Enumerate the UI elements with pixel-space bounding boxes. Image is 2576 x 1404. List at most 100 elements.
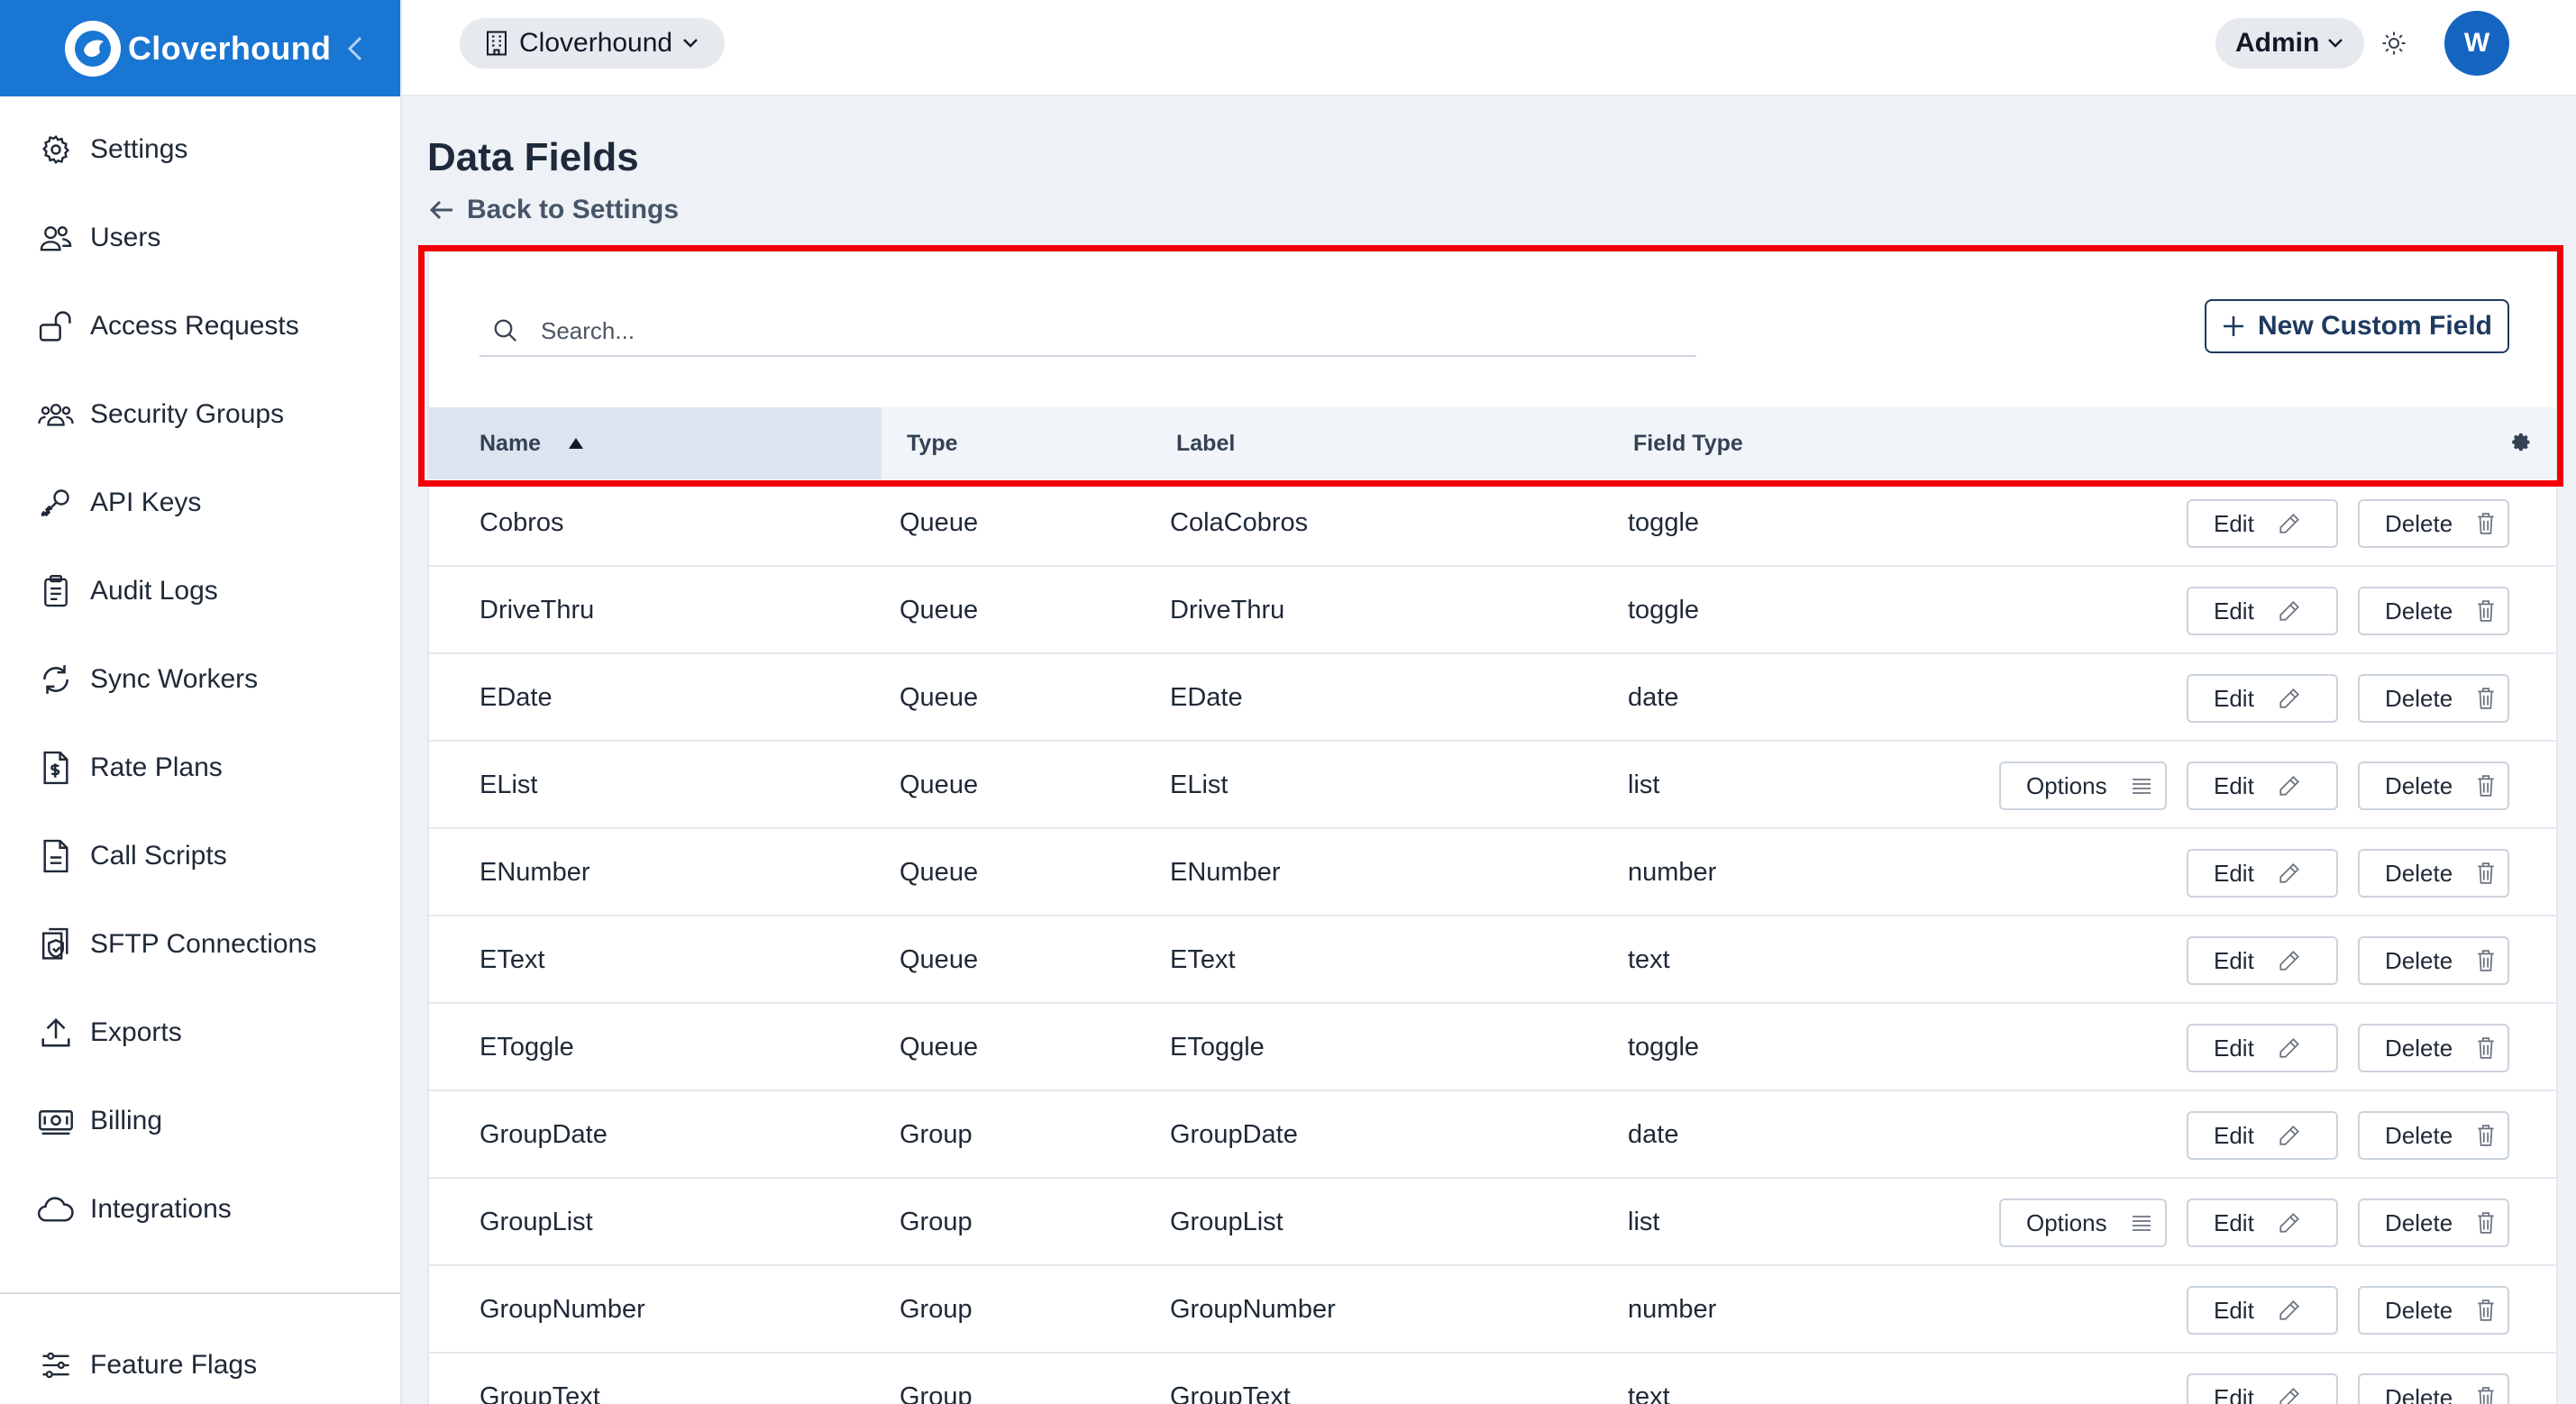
table-row: DriveThru Queue DriveThru toggle Edit De… <box>429 567 2556 654</box>
sidebar-item-label: Billing <box>90 1106 163 1135</box>
column-header-type[interactable]: Type <box>907 407 958 479</box>
search-icon <box>492 317 532 344</box>
cell-type: Group <box>900 1208 973 1236</box>
sidebar-item-audit-logs[interactable]: Audit Logs <box>0 547 400 635</box>
building-icon <box>485 30 508 57</box>
edit-label: Edit <box>2214 946 2254 974</box>
page-title: Data Fields <box>427 135 639 179</box>
edit-button[interactable]: Edit <box>2187 1286 2338 1335</box>
sidebar-item-security-groups[interactable]: Security Groups <box>0 370 400 459</box>
theme-toggle-sun-icon[interactable] <box>2376 25 2412 61</box>
key-icon <box>36 483 76 523</box>
cell-name: EToggle <box>480 1033 574 1062</box>
delete-button[interactable]: Delete <box>2358 674 2509 723</box>
sidebar-item-label: Sync Workers <box>90 664 259 694</box>
edit-button[interactable]: Edit <box>2187 849 2338 898</box>
avatar[interactable]: W <box>2444 11 2509 76</box>
cell-name: GroupList <box>480 1208 593 1236</box>
search-input[interactable] <box>541 316 1622 345</box>
sidebar-item-sync-workers[interactable]: Sync Workers <box>0 635 400 724</box>
delete-button[interactable]: Delete <box>2358 849 2509 898</box>
edit-button[interactable]: Edit <box>2187 587 2338 635</box>
column-header-label-col[interactable]: Label <box>1176 407 1235 479</box>
sidebar-item-users[interactable]: Users <box>0 194 400 282</box>
sidebar-item-rate-plans[interactable]: Rate Plans <box>0 724 400 812</box>
delete-button[interactable]: Delete <box>2358 1024 2509 1072</box>
edit-button[interactable]: Edit <box>2187 1199 2338 1247</box>
cell-field-type: date <box>1628 1120 1679 1149</box>
edit-button[interactable]: Edit <box>2187 1373 2338 1404</box>
delete-button[interactable]: Delete <box>2358 1199 2509 1247</box>
row-actions: Edit Delete <box>2187 1111 2509 1160</box>
document-icon <box>36 836 76 876</box>
delete-button[interactable]: Delete <box>2358 1111 2509 1160</box>
cell-type: Queue <box>900 770 979 799</box>
role-name: Admin <box>2235 28 2320 58</box>
delete-button[interactable]: Delete <box>2358 761 2509 810</box>
options-button[interactable]: Options <box>1999 1199 2167 1247</box>
cell-label: EList <box>1170 770 1229 799</box>
delete-button[interactable]: Delete <box>2358 936 2509 985</box>
sidebar-item-label: API Keys <box>90 488 202 517</box>
sidebar-item-label: Audit Logs <box>90 576 218 606</box>
edit-label: Edit <box>2214 1208 2254 1236</box>
sidebar-item-label: Call Scripts <box>90 841 227 871</box>
sidebar-item-exports[interactable]: Exports <box>0 989 400 1077</box>
sidebar-item-api-keys[interactable]: API Keys <box>0 459 400 547</box>
edit-button[interactable]: Edit <box>2187 674 2338 723</box>
cell-field-type: text <box>1628 945 1670 974</box>
edit-button[interactable]: Edit <box>2187 761 2338 810</box>
table-row: GroupText Group GroupText text Edit Dele… <box>429 1354 2556 1404</box>
pencil-icon <box>2278 774 2301 798</box>
sidebar-item-call-scripts[interactable]: Call Scripts <box>0 812 400 900</box>
row-actions: Edit Delete <box>2187 587 2509 635</box>
edit-button[interactable]: Edit <box>2187 499 2338 548</box>
app-name[interactable]: Cloverhound <box>128 30 331 68</box>
pencil-icon <box>2278 949 2301 972</box>
cell-field-type: number <box>1628 1295 1717 1324</box>
org-selector[interactable]: Cloverhound <box>460 18 726 68</box>
cell-label: GroupList <box>1170 1208 1283 1236</box>
delete-button[interactable]: Delete <box>2358 499 2509 548</box>
row-actions: Edit Delete <box>2187 674 2509 723</box>
new-custom-field-button[interactable]: New Custom Field <box>2205 299 2509 353</box>
cloverhound-logo-icon[interactable] <box>65 20 121 77</box>
cell-field-type: list <box>1628 770 1660 799</box>
trash-icon <box>2476 599 2496 623</box>
sidebar-item-integrations[interactable]: Integrations <box>0 1165 400 1254</box>
table-row: ENumber Queue ENumber number Edit Delete <box>429 829 2556 916</box>
delete-label: Delete <box>2385 684 2453 712</box>
sidebar-item-sftp-connections[interactable]: SFTP Connections <box>0 900 400 989</box>
back-link-label: Back to Settings <box>467 195 680 224</box>
cell-field-type: toggle <box>1628 1033 1700 1062</box>
cell-type: Queue <box>900 1033 979 1062</box>
sidebar-item-feature-flags[interactable]: Feature Flags <box>0 1321 400 1404</box>
row-actions: Options Edit Delete <box>1999 761 2509 810</box>
options-button[interactable]: Options <box>1999 761 2167 810</box>
group-icon <box>36 395 76 434</box>
sidebar-item-billing[interactable]: Billing <box>0 1077 400 1165</box>
delete-button[interactable]: Delete <box>2358 1286 2509 1335</box>
column-header-name[interactable]: Name <box>429 407 882 479</box>
back-to-settings-link[interactable]: Back to Settings <box>429 195 679 225</box>
edit-button[interactable]: Edit <box>2187 1024 2338 1072</box>
delete-label: Delete <box>2385 597 2453 625</box>
chevron-down-icon <box>2326 37 2344 50</box>
delete-button[interactable]: Delete <box>2358 1373 2509 1404</box>
edit-button[interactable]: Edit <box>2187 1111 2338 1160</box>
table-settings-gear-icon[interactable] <box>2511 407 2533 479</box>
sidebar-bottom: Feature Flags <box>0 1321 400 1404</box>
column-header-label: Type <box>907 430 958 456</box>
cell-label: EText <box>1170 945 1236 974</box>
cloud-icon <box>36 1190 76 1229</box>
column-header-field-type[interactable]: Field Type <box>1633 407 1743 479</box>
sidebar-item-access-requests[interactable]: Access Requests <box>0 282 400 370</box>
collapse-sidebar-icon[interactable] <box>337 31 373 67</box>
sidebar-item-settings[interactable]: Settings <box>0 105 400 194</box>
row-actions: Edit Delete <box>2187 1024 2509 1072</box>
cell-type: Queue <box>900 508 979 537</box>
delete-button[interactable]: Delete <box>2358 587 2509 635</box>
role-selector[interactable]: Admin <box>2215 18 2365 68</box>
edit-button[interactable]: Edit <box>2187 936 2338 985</box>
dollar-doc-icon <box>36 748 76 788</box>
